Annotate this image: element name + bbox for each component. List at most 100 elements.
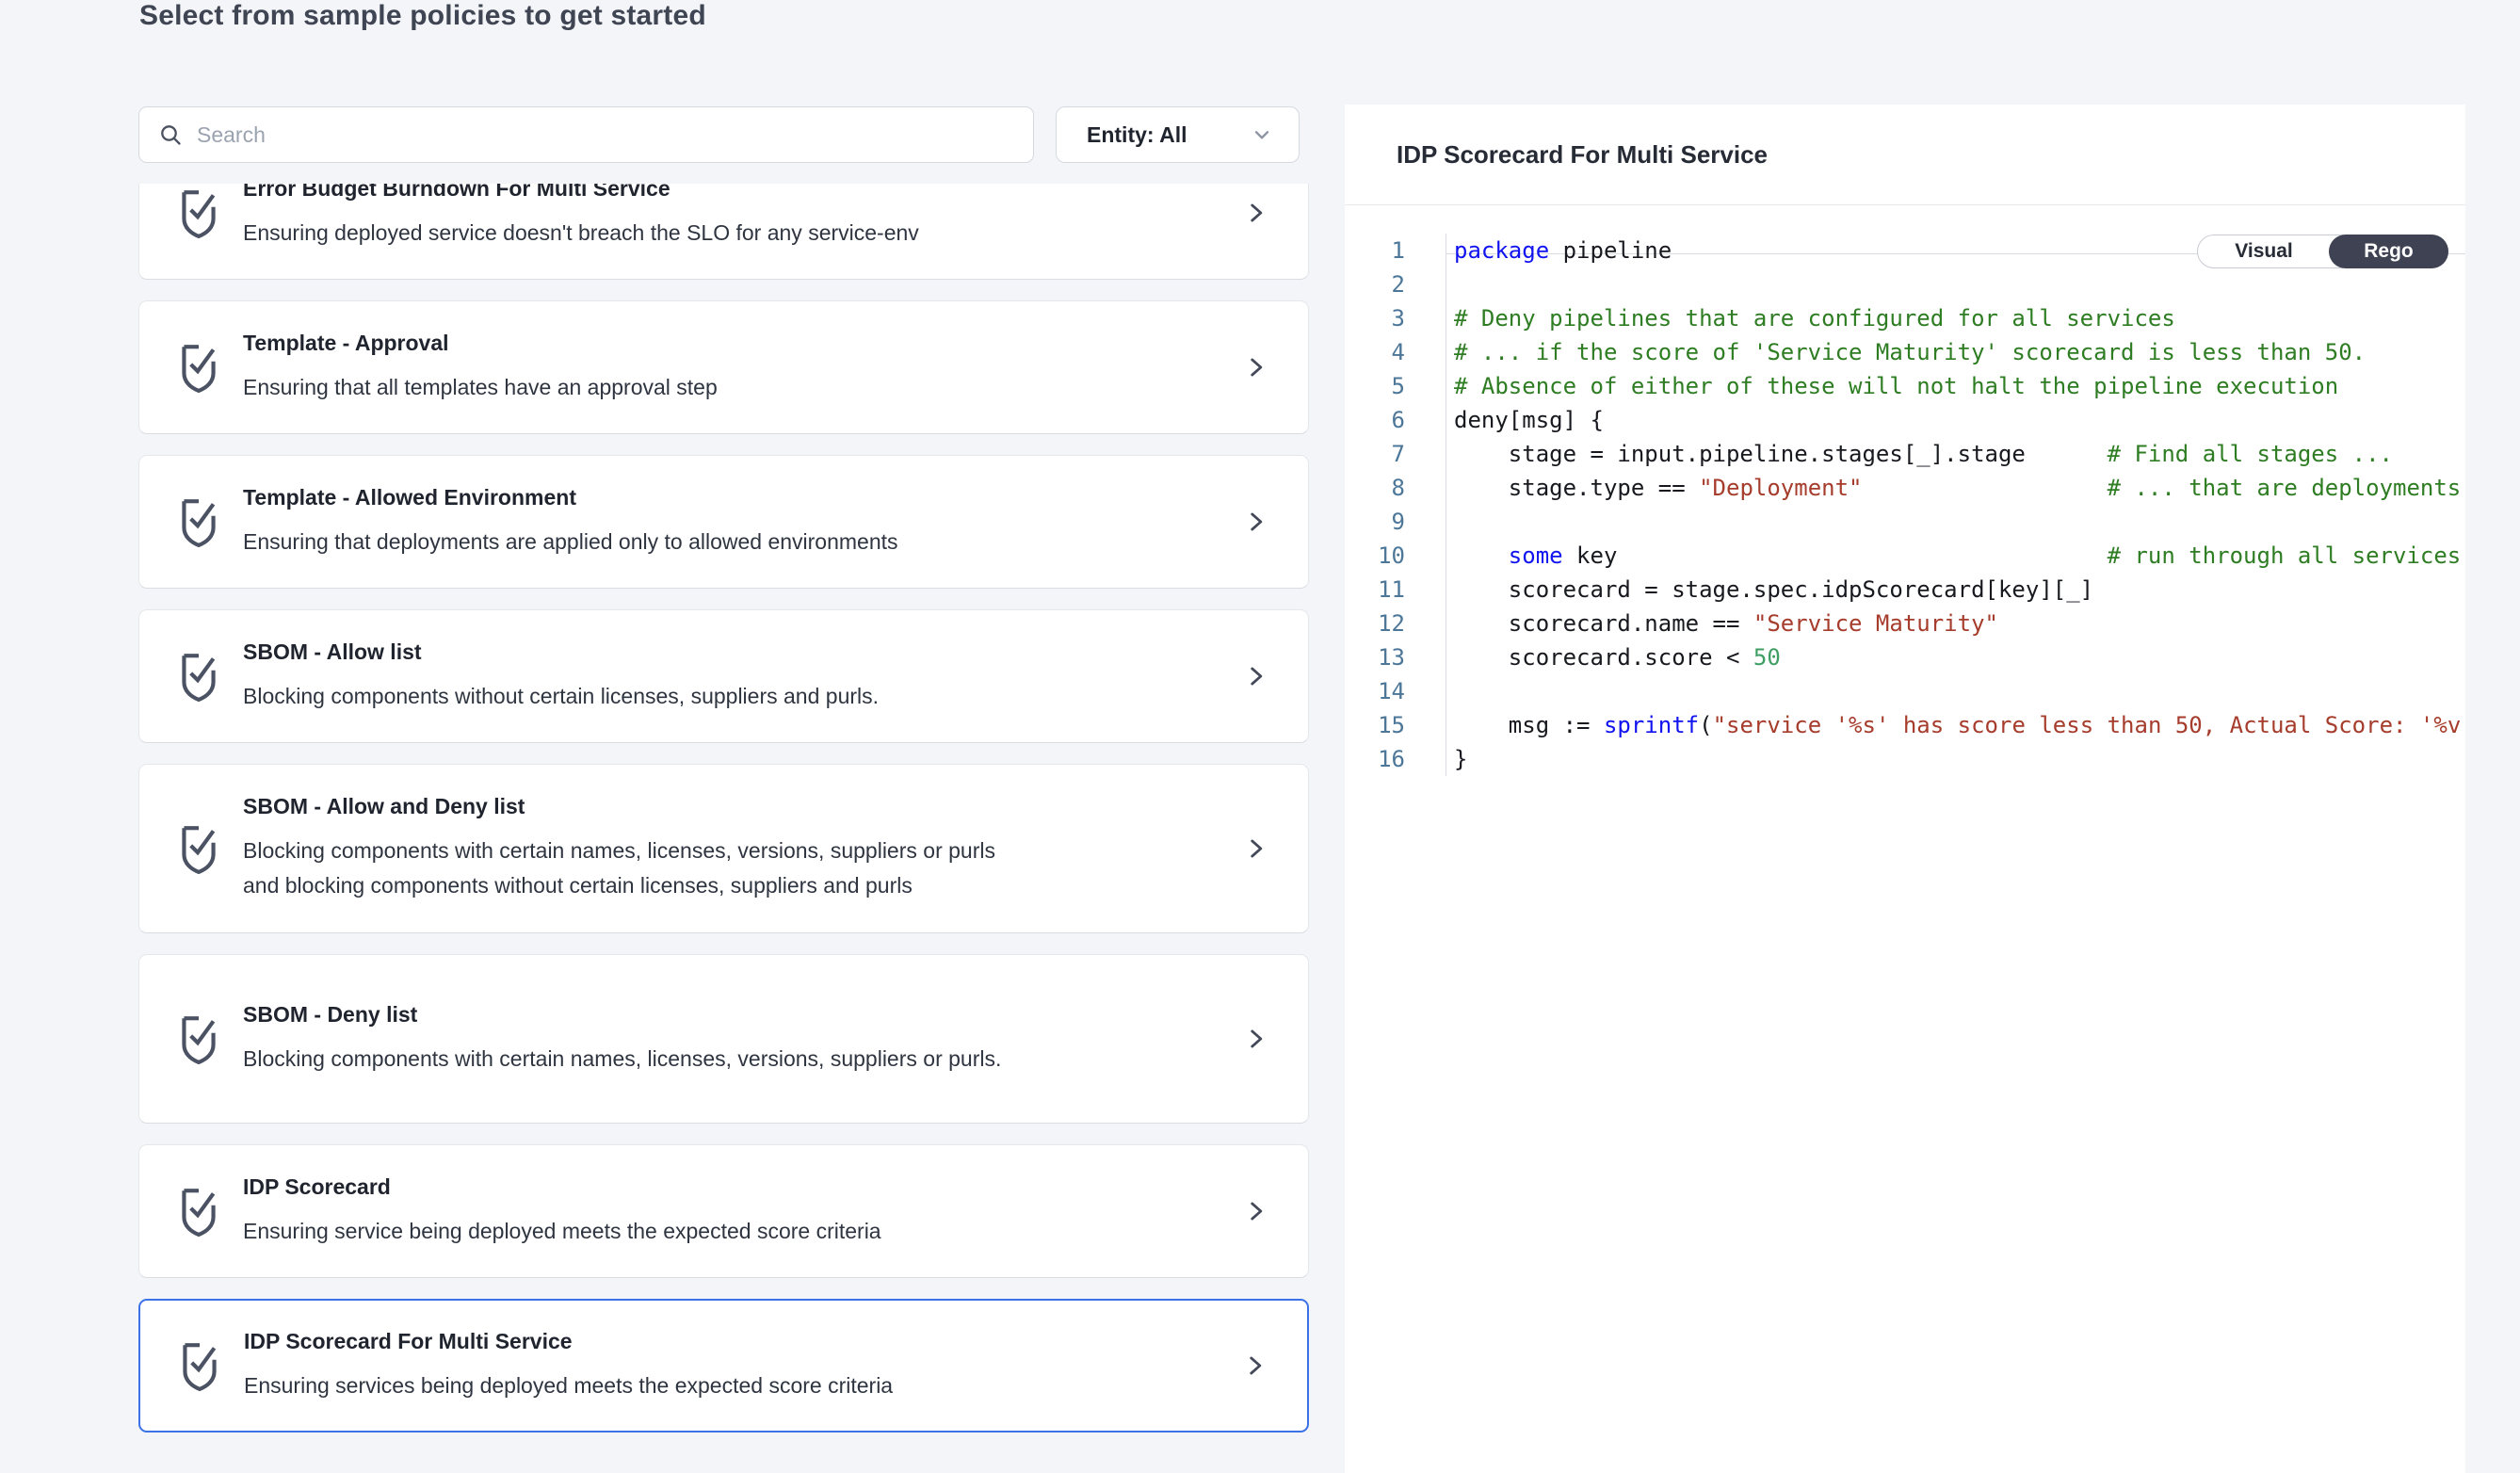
code-token: # ... that are deployments [2108,475,2462,501]
chevron-down-icon [1250,122,1274,147]
policy-card[interactable]: SBOM - Allow list Blocking components wit… [138,609,1309,743]
visual-rego-toggle: Visual Rego [2197,235,2448,268]
chevron-right-icon [1242,352,1270,382]
code-line-content: some key # run through all services [1446,539,2461,573]
shield-check-icon [177,495,220,548]
policy-card-title: SBOM - Deny list [243,1002,1001,1028]
policy-card[interactable]: Template - Approval Ensuring that all tem… [138,300,1309,434]
policy-preview-panel: IDP Scorecard For Multi Service Visual R… [1345,105,2465,1473]
policy-card-title: Template - Approval [243,331,718,356]
line-number: 4 [1345,335,1446,369]
code-token: 50 [1753,644,1781,671]
code-line-content: stage = input.pipeline.stages[_].stage #… [1446,437,2393,471]
shield-check-icon [178,1339,221,1392]
policy-card[interactable]: Template - Allowed EnvironmentEnsuring t… [138,455,1309,589]
policy-card-title: SBOM - Allow list [243,639,879,665]
policy-card-text: Template - Approval Ensuring that all tem… [243,331,718,405]
page-title: Select from sample policies to get start… [139,0,706,32]
policy-card[interactable]: IDP Scorecard For Multi Service Ensuring … [138,1299,1309,1433]
chevron-right-icon [1242,198,1270,228]
code-token: scorecard.score < [1454,644,1753,671]
policy-card-description: Ensuring that deployments are applied on… [243,525,898,559]
code-token: sprintf [1604,712,1699,738]
policy-card-description: Blocking components with certain names, … [243,1042,1001,1076]
code-line-content: # Absence of either of these will not ha… [1446,369,2338,403]
code-line: 4 # ... if the score of 'Service Maturity… [1345,335,2465,369]
code-token: "Service Maturity" [1753,610,1998,637]
code-token: scorecard.name == [1454,610,1753,637]
policy-card[interactable]: SBOM - Allow and Deny listBlocking compo… [138,764,1309,933]
code-line: 6deny[msg] { [1345,403,2465,437]
code-line-content: scorecard.score < 50 [1446,640,1781,674]
code-line-content: msg := sprintf("service '%s' has score l… [1446,708,2465,742]
code-line: 10 some key # run through all services [1345,539,2465,573]
code-token [1862,475,2107,501]
code-token [1454,542,1509,569]
code-token: # Deny pipelines that are configured for… [1454,305,2175,332]
line-number: 11 [1345,573,1446,607]
policy-card[interactable]: Error Budget Burndown For Multi ServiceE… [138,184,1309,280]
code-line-content [1446,267,1454,301]
preview-title: IDP Scorecard For Multi Service [1397,140,1768,170]
code-token: stage.type == [1454,475,1699,501]
policy-card[interactable]: IDP ScorecardEnsuring service being depl… [138,1144,1309,1278]
code-line: 16} [1345,742,2465,776]
code-line: 9 [1345,505,2465,539]
code-token [1617,542,2107,569]
code-line: 3# Deny pipelines that are configured fo… [1345,301,2465,335]
line-number: 14 [1345,674,1446,708]
code-token: pipeline [1549,237,1672,264]
entity-filter-dropdown[interactable]: Entity: All [1056,106,1300,163]
shield-check-icon [177,1012,220,1065]
chevron-right-icon [1242,1196,1270,1226]
code-line: 5# Absence of either of these will not h… [1345,369,2465,403]
code-line: 2 [1345,267,2465,301]
policy-card-title: IDP Scorecard [243,1174,881,1200]
code-token: # ... if the score of 'Service Maturity'… [1454,339,2366,365]
policy-card-text: IDP Scorecard For Multi Service Ensuring … [244,1329,893,1403]
code-line: 13 scorecard.score < 50 [1345,640,2465,674]
line-number: 2 [1345,267,1446,301]
chevron-right-icon [1242,507,1270,537]
search-box[interactable] [138,106,1034,163]
code-line-content: # ... if the score of 'Service Maturity'… [1446,335,2366,369]
policy-card-title: Error Budget Burndown For Multi Service [243,184,919,202]
rego-code-editor[interactable]: 1package pipeline23# Deny pipelines that… [1345,234,2465,776]
shield-check-icon [177,186,220,239]
code-token: # run through all services [2108,542,2462,569]
line-number: 8 [1345,471,1446,505]
shield-check-icon [177,822,220,875]
code-line: 14 [1345,674,2465,708]
policy-card-text: IDP ScorecardEnsuring service being depl… [243,1174,881,1249]
code-line-content: scorecard.name == "Service Maturity" [1446,607,1998,640]
code-token: key [1563,542,1618,569]
line-number: 16 [1345,742,1446,776]
sample-policies-page: Select from sample policies to get start… [0,0,2520,1473]
code-line: 7 stage = input.pipeline.stages[_].stage… [1345,437,2465,471]
line-number: 15 [1345,708,1446,742]
shield-check-icon [177,341,220,394]
policy-card-title: IDP Scorecard For Multi Service [244,1329,893,1354]
shield-check-icon [177,1185,220,1238]
code-line: 11 scorecard = stage.spec.idpScorecard[k… [1345,573,2465,607]
entity-filter-label: Entity: All [1087,122,1187,148]
toggle-visual-button[interactable]: Visual [2198,235,2330,267]
code-line-content: stage.type == "Deployment" # ... that ar… [1446,471,2461,505]
policy-list-viewport: Error Budget Burndown For Multi Service E… [138,184,1309,1441]
policy-card-description: Ensuring services being deployed meets t… [244,1368,893,1403]
code-line-content: scorecard = stage.spec.idpScorecard[key]… [1446,573,2093,607]
code-token: "Deployment" [1699,475,1862,501]
policy-card-text: SBOM - Allow list Blocking components wit… [243,639,879,714]
preview-header: IDP Scorecard For Multi Service [1345,105,2465,205]
code-line: 8 stage.type == "Deployment" # ... that … [1345,471,2465,505]
policy-card-description: Ensuring that all templates have an appr… [243,370,718,405]
policy-card-description: Blocking components without certain lice… [243,679,879,714]
code-token: # Find all stages ... [2108,441,2393,467]
policy-card[interactable]: SBOM - Deny list Blocking components with… [138,954,1309,1124]
code-line-content [1446,674,1454,708]
search-row: Entity: All [138,105,1309,163]
policy-list: Error Budget Burndown For Multi Service E… [138,184,1309,1433]
toggle-rego-button[interactable]: Rego [2329,235,2448,268]
search-input[interactable] [197,122,1033,148]
line-number: 12 [1345,607,1446,640]
